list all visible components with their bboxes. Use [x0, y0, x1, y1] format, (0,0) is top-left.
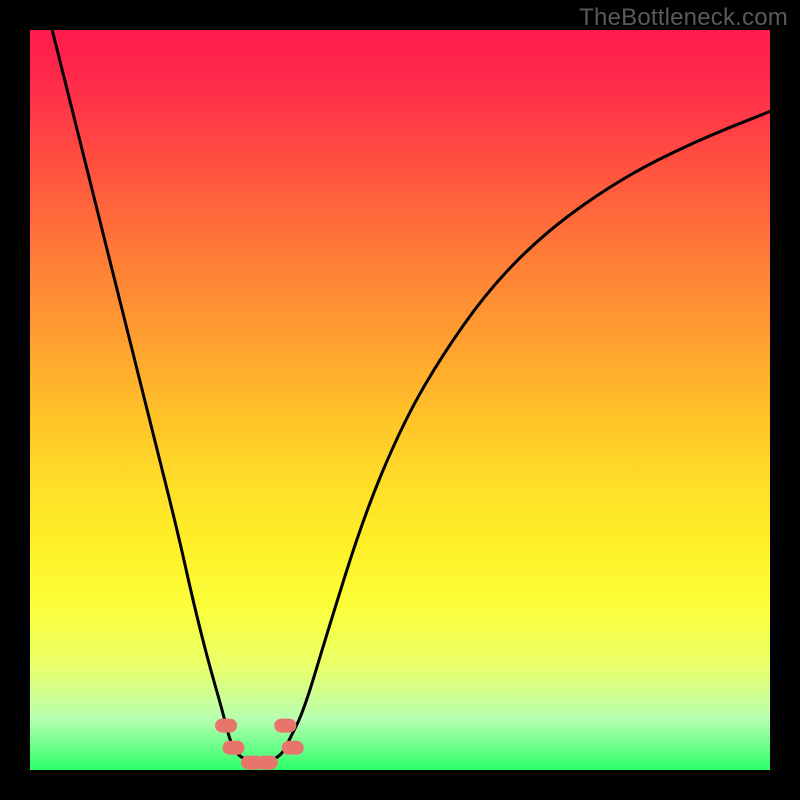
- curve-path: [52, 30, 770, 763]
- data-marker: [223, 741, 245, 755]
- plot-area: [30, 30, 770, 770]
- curve-svg: [30, 30, 770, 770]
- data-marker: [215, 719, 237, 733]
- data-marker: [274, 719, 296, 733]
- data-marker: [282, 741, 304, 755]
- marker-group: [215, 719, 304, 770]
- chart-frame: TheBottleneck.com: [0, 0, 800, 800]
- data-marker: [256, 756, 278, 770]
- watermark-text: TheBottleneck.com: [579, 4, 788, 32]
